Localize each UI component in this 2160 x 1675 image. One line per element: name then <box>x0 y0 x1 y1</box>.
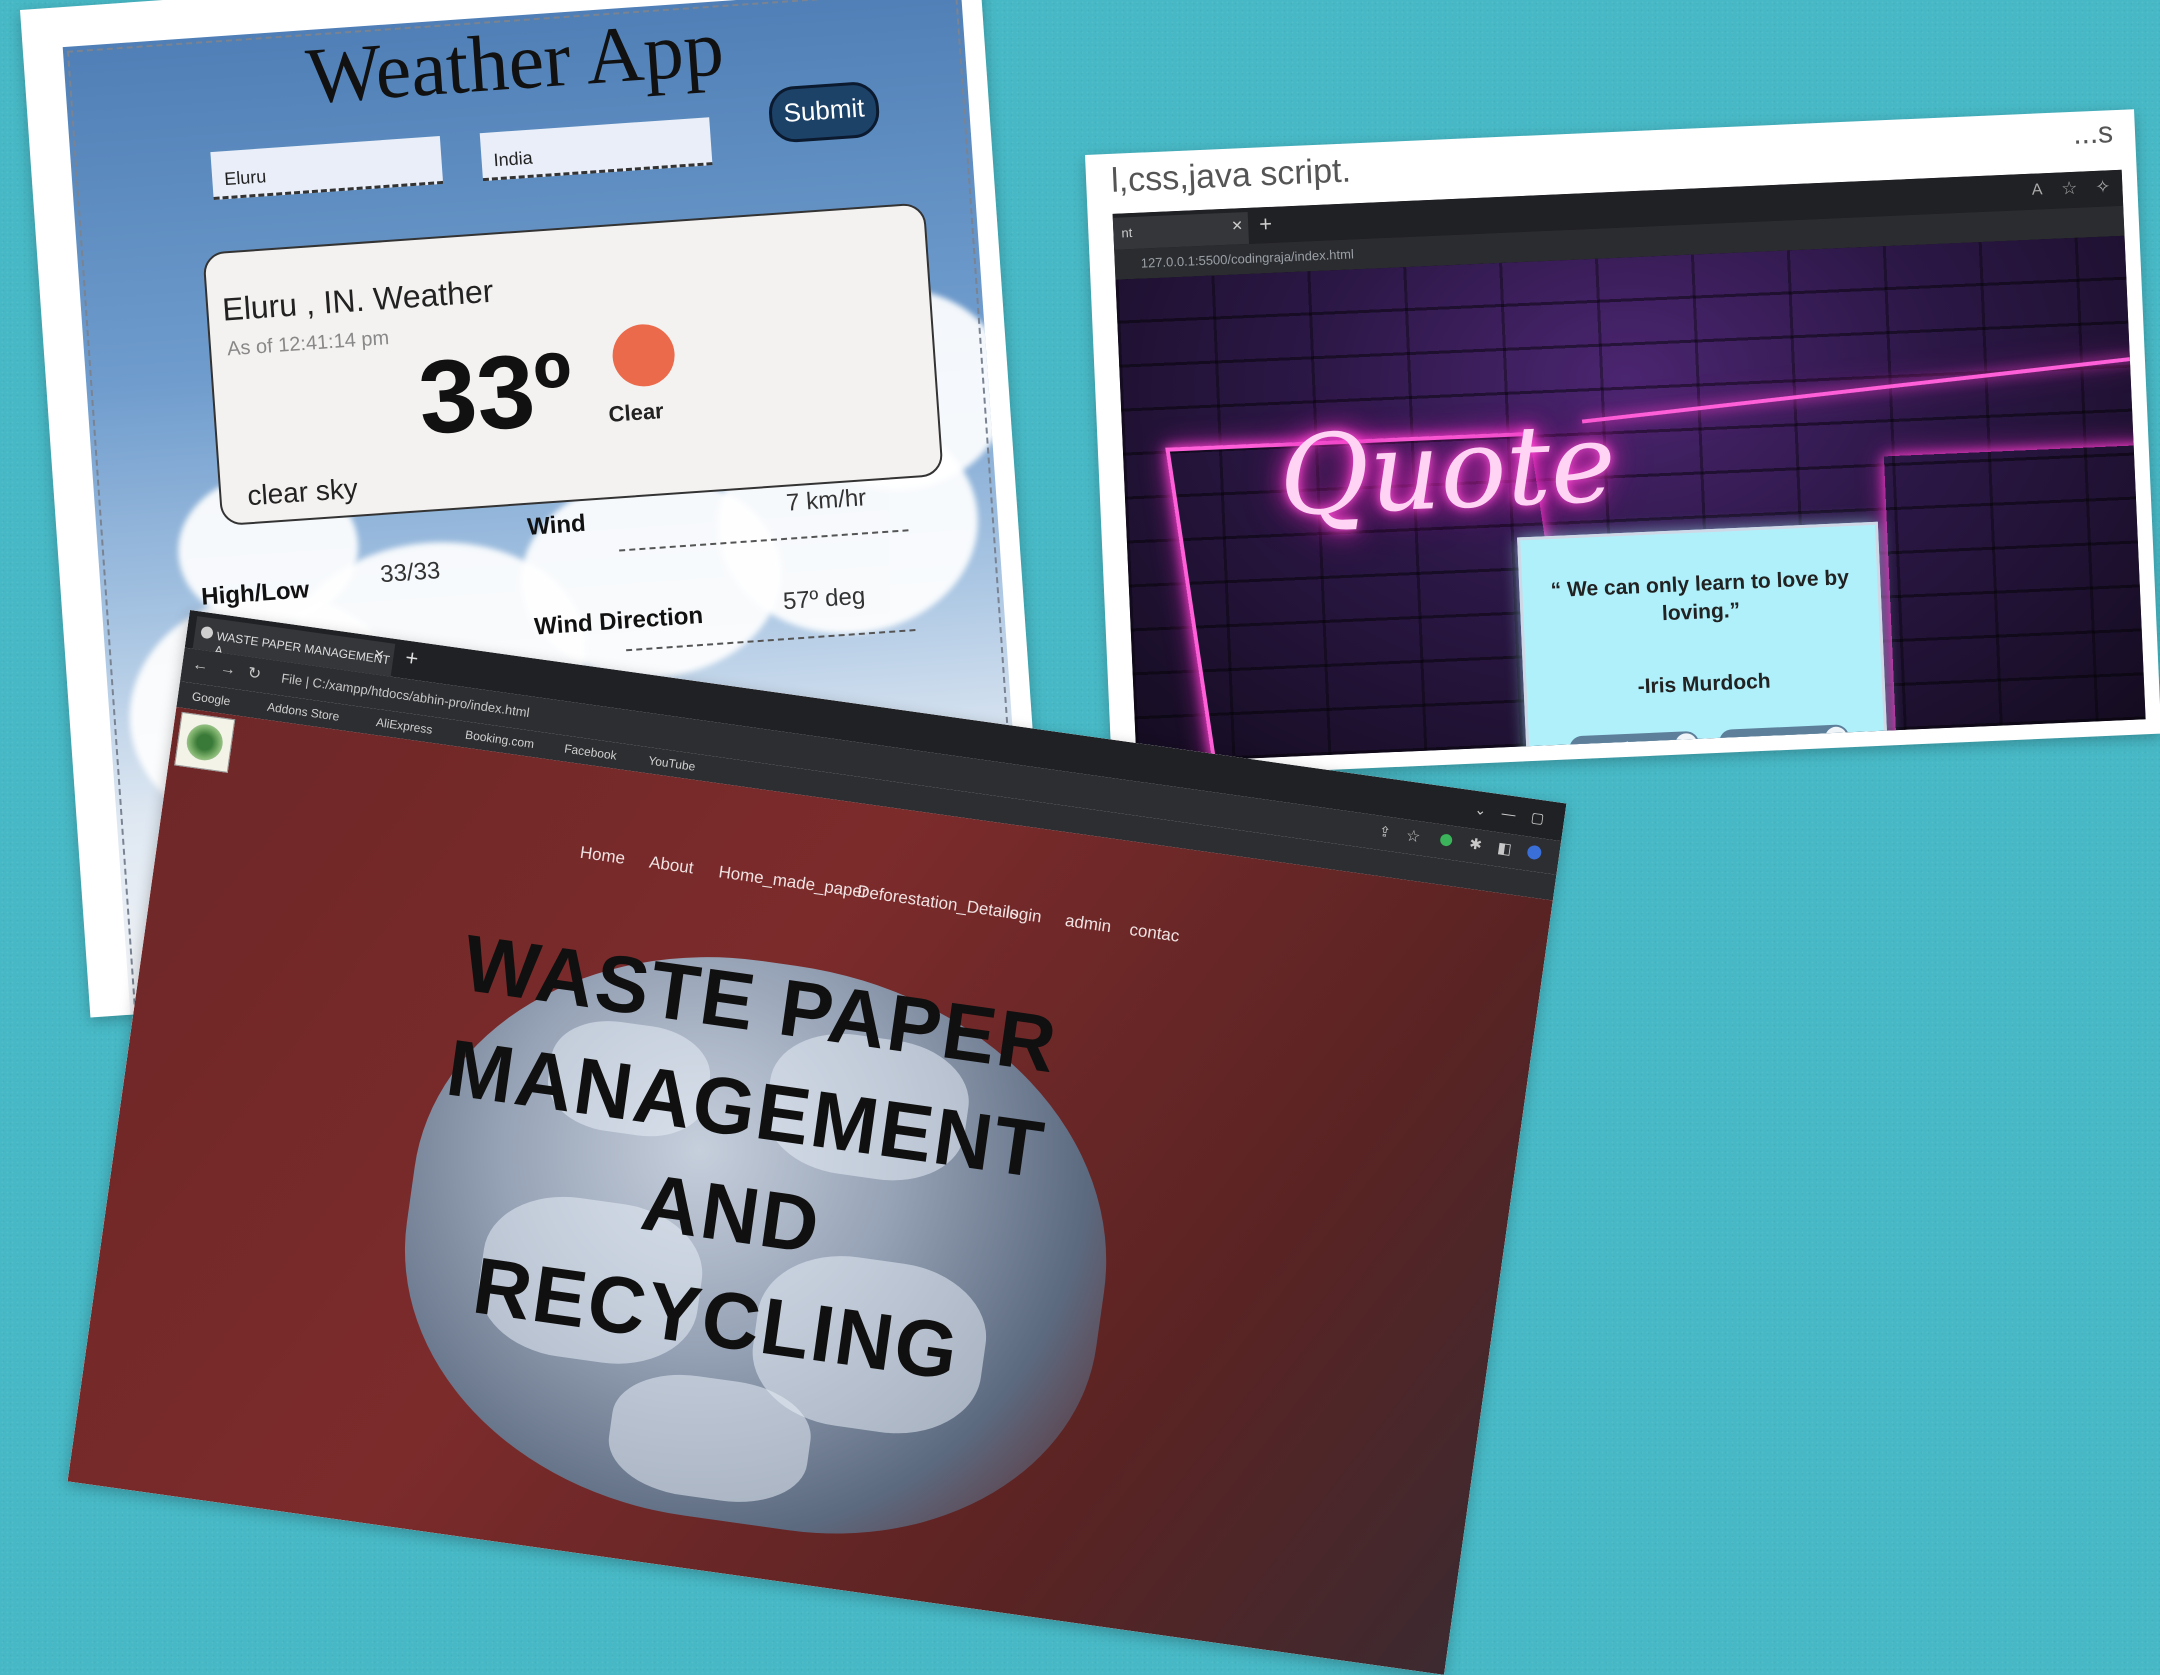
bookmark-aliexpress[interactable]: AliExpress <box>375 715 433 737</box>
nav-home-made-paper[interactable]: Home_made_paper <box>717 862 868 903</box>
tab-title: nt <box>1121 225 1133 241</box>
weather-description: clear sky <box>246 472 359 512</box>
sun-icon <box>610 322 677 389</box>
bookmark-addons-store[interactable]: Addons Store <box>266 700 340 724</box>
earth-logo-icon <box>184 722 226 763</box>
bookmark-booking[interactable]: Booking.com <box>464 728 535 752</box>
star-icon[interactable]: ☆ <box>1405 826 1422 848</box>
quote-app-screenshot-card: l,css,java script. ...s nt ✕ + A ☆ ✧ 127… <box>1085 109 2160 780</box>
as-of-timestamp: As of 12:41:14 pm <box>226 327 390 361</box>
reload-icon[interactable]: ↻ <box>246 663 263 685</box>
sidebar-icon[interactable]: ◧ <box>1496 838 1513 858</box>
share-icon[interactable]: ⇪ <box>1378 823 1392 841</box>
forward-icon[interactable]: → <box>219 660 237 680</box>
window-controls[interactable]: ⌄ — ▢ <box>1474 801 1546 828</box>
location-heading: Eluru , IN. Weather <box>221 272 495 328</box>
globe-icon <box>200 625 214 640</box>
temperature-value: 33º <box>415 330 577 457</box>
close-tab-icon[interactable]: ✕ <box>1231 217 1243 234</box>
next-button[interactable]: Next → <box>1718 724 1850 756</box>
more-text: ...s <box>2072 116 2114 151</box>
wind-label: Wind <box>526 509 587 541</box>
caption-text: l,css,java script. <box>1110 151 1352 200</box>
bookmark-facebook[interactable]: Facebook <box>563 742 617 763</box>
high-low-value: 33/33 <box>379 557 442 589</box>
site-logo[interactable] <box>174 711 236 773</box>
extension-icon[interactable] <box>1439 833 1453 847</box>
star-icon[interactable]: ☆ <box>2061 178 2078 200</box>
puzzle-icon[interactable]: ✱ <box>1468 834 1483 854</box>
next-label: Next <box>1748 732 1777 749</box>
condition-label: Clear <box>607 398 665 427</box>
neon-line-top <box>1581 356 2139 424</box>
neon-frame-right <box>1883 444 2146 757</box>
profile-icon[interactable] <box>1526 844 1543 861</box>
back-icon[interactable]: ← <box>191 656 209 676</box>
quote-box: “ We can only learn to love by loving.” … <box>1517 521 1889 764</box>
submit-button[interactable]: Submit <box>767 80 881 144</box>
previous-button[interactable]: Previous ← <box>1568 730 1700 763</box>
brick-wall-background: Quote “ We can only learn to love by lov… <box>1115 235 2146 764</box>
read-aloud-icon[interactable]: A <box>2031 181 2042 199</box>
extensions-icon[interactable]: ✧ <box>2095 176 2111 198</box>
nav-deforestation-details[interactable]: Deforestation_Details <box>856 882 1020 924</box>
wind-direction-value: 57º deg <box>782 582 867 616</box>
nav-contact[interactable]: contac <box>1128 920 1180 947</box>
arrow-right-icon: → <box>1824 726 1848 750</box>
nav-admin[interactable]: admin <box>1064 911 1113 937</box>
bookmark-google[interactable]: Google <box>191 689 231 708</box>
waste-paper-site-screenshot-card: WASTE PAPER MANAGEMENT A ✕ + ⌄ — ▢ ← → ↻… <box>67 610 1567 1675</box>
bookmark-youtube[interactable]: YouTube <box>648 753 697 773</box>
previous-label: Previous <box>1599 737 1651 756</box>
new-tab-icon[interactable]: + <box>404 645 420 673</box>
quote-text: “ We can only learn to love by loving.” <box>1550 566 1850 626</box>
close-tab-icon[interactable]: ✕ <box>373 646 386 663</box>
nav-about[interactable]: About <box>648 852 695 878</box>
nav-home[interactable]: Home <box>579 843 627 869</box>
wind-value: 7 km/hr <box>785 484 868 517</box>
weather-summary-panel: Eluru , IN. Weather As of 12:41:14 pm 33… <box>202 202 944 527</box>
arrow-left-icon: ← <box>1674 732 1698 756</box>
neon-quote-title: Quote <box>1276 398 1619 541</box>
url-text: 127.0.0.1:5500/codingraja/index.html <box>1140 246 1355 271</box>
quote-author: -Iris Murdoch <box>1637 669 1772 699</box>
nav-login[interactable]: login <box>1004 903 1043 928</box>
browser-screenshot: nt ✕ + A ☆ ✧ 127.0.0.1:5500/codingraja/i… <box>1112 169 2146 764</box>
new-tab-icon[interactable]: + <box>1259 211 1273 238</box>
